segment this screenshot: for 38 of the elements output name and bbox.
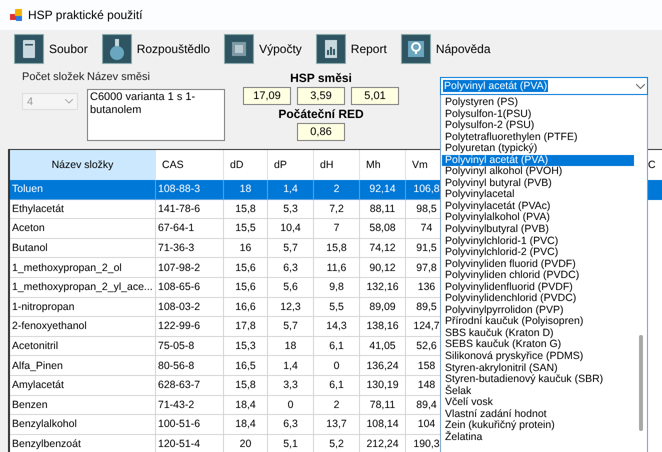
dropdown-option[interactable]: Polytetrafluorethylen (PTFE) (442, 132, 634, 144)
dropdown-option[interactable]: Polyvinyl acetát (PVA) (442, 154, 634, 166)
toolbar-button[interactable]: Report (316, 34, 387, 64)
table-cell: 5,1 (268, 434, 314, 452)
value-field: 3,59 (297, 87, 345, 105)
section-label: Počáteční RED (278, 107, 364, 121)
polymer-dropdown[interactable]: Polyvinyl acetát (PVA) (440, 77, 648, 95)
name-field[interactable]: C6000 varianta 1 s 1-butanolem (87, 89, 225, 141)
window-title: HSP praktické použití (28, 8, 142, 22)
field-label: Název směsi (87, 71, 151, 83)
document-icon (14, 34, 44, 64)
chevron-icon (65, 99, 73, 104)
flask-icon (102, 34, 132, 64)
value-field: 5,01 (351, 87, 399, 105)
table-cell: 120-51-4 (156, 434, 224, 452)
section-label: HSP směsi (290, 71, 352, 85)
chevron-icon (636, 84, 645, 88)
scrollbar-thumb[interactable] (639, 335, 643, 431)
cube-icon (224, 34, 254, 64)
dropdown-option[interactable]: Polysulfon-1(PSU) (442, 108, 634, 120)
dropdown-option[interactable]: Polystyren (PS) (442, 97, 634, 109)
field-label: Počet složek (22, 71, 86, 83)
column-header[interactable]: Název složky (10, 150, 156, 180)
table-cell: 20 (224, 434, 268, 452)
table-cell: 5,2 (314, 434, 360, 452)
chart-icon (316, 34, 346, 64)
toolbar-button[interactable]: Nápověda (400, 34, 491, 64)
value-field: 17,09 (243, 87, 291, 105)
toolbar-button[interactable]: Soubor (14, 34, 88, 64)
dropdown-option[interactable]: Polysulfon-2 (PSU) (442, 120, 634, 132)
help-icon (400, 34, 431, 64)
table-cell: Benzylbenzoát (10, 434, 156, 452)
value-field: 0,86 (297, 123, 345, 141)
toolbar-button[interactable]: Rozpouštědlo (102, 34, 210, 64)
table-cell: 212,24 (360, 434, 406, 452)
app-icon (10, 9, 22, 21)
toolbar-button[interactable]: Výpočty (224, 34, 302, 64)
dropdown-value: Polyvinyl acetát (PVA) (443, 80, 548, 92)
